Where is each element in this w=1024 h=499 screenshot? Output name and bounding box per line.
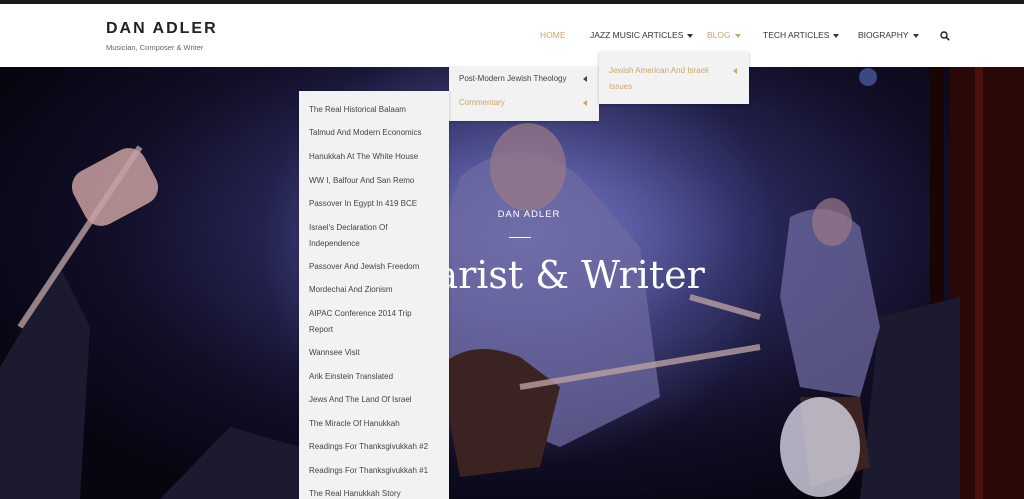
site-brand[interactable]: DAN ADLER Musician, Composer & Writer — [106, 20, 218, 52]
menu-item-label: Wannsee Visit — [309, 348, 360, 357]
nav-item-label: JAZZ MUSIC ARTICLES — [590, 30, 684, 40]
menu-item-commentary-article[interactable]: Mordechai And Zionism — [299, 282, 449, 298]
menu-item-label: Jews And The Land Of Israel — [309, 395, 412, 404]
menu-item-commentary-article[interactable]: Readings For Thanksgivukkah #1 — [299, 463, 449, 479]
caret-down-icon — [912, 33, 919, 38]
hero-subtitle: DAN ADLER — [497, 209, 561, 220]
nav-item-label: BIOGRAPHY — [858, 30, 909, 40]
caret-left-icon — [733, 68, 737, 74]
menu-item-commentary-article[interactable]: Arik Einstein Translated — [299, 369, 449, 385]
menu-item-post-modern-jewish-theology[interactable]: Post-Modern Jewish Theology — [449, 71, 599, 87]
nav-item-tech-articles[interactable]: TECH ARTICLES — [763, 30, 840, 40]
site-header: DAN ADLER Musician, Composer & Writer HO… — [0, 4, 1024, 67]
nav-item-label: HOME — [540, 30, 566, 40]
blog-dropdown-menu: Post-Modern Jewish Theology Commentary — [449, 67, 599, 121]
menu-item-commentary[interactable]: Commentary — [449, 95, 599, 111]
caret-down-icon — [734, 33, 741, 38]
menu-item-commentary-article[interactable]: Israel's Declaration Of Independence — [299, 220, 449, 252]
nav-item-label: BLOG — [707, 30, 731, 40]
nav-item-biography[interactable]: BIOGRAPHY — [858, 30, 919, 40]
nav-item-blog[interactable]: BLOG — [707, 30, 741, 40]
menu-item-commentary-article[interactable]: Jews And The Land Of Israel — [299, 392, 449, 408]
hero-divider — [509, 237, 531, 238]
menu-item-commentary-article[interactable]: Wannsee Visit — [299, 345, 449, 361]
menu-item-commentary-article[interactable]: The Miracle Of Hanukkah — [299, 416, 449, 432]
menu-item-label: Readings For Thanksgivukkah #1 — [309, 466, 429, 475]
menu-item-jewish-american-and-israeli-issues[interactable]: Jewish American And Israeli Issues — [599, 52, 749, 95]
nav-item-home[interactable]: HOME — [540, 30, 566, 40]
menu-item-label: WW I, Balfour And San Remo — [309, 176, 415, 185]
search-icon[interactable] — [940, 31, 950, 41]
site-tagline: Musician, Composer & Writer — [106, 43, 204, 52]
menu-item-label: Mordechai And Zionism — [309, 285, 393, 294]
menu-item-label: AIPAC Conference 2014 Trip Report — [309, 309, 412, 334]
menu-item-label: Talmud And Modern Economics — [309, 128, 422, 137]
menu-item-label: Hanukkah At The White House — [309, 152, 419, 161]
menu-item-label: Passover And Jewish Freedom — [309, 262, 420, 271]
menu-item-commentary-article[interactable]: Readings For Thanksgivukkah #2 — [299, 439, 449, 455]
menu-item-commentary-article[interactable]: Passover And Jewish Freedom — [299, 259, 449, 275]
menu-item-label: Arik Einstein Translated — [309, 372, 394, 381]
menu-item-commentary-article[interactable]: Talmud And Modern Economics — [299, 125, 449, 141]
jewish-issues-submenu: Jewish American And Israeli Issues — [599, 52, 749, 104]
site-title[interactable]: DAN ADLER — [106, 20, 218, 38]
menu-item-label: Post-Modern Jewish Theology — [459, 74, 567, 83]
menu-item-commentary-article[interactable]: Passover In Egypt In 419 BCE — [299, 196, 449, 212]
menu-item-commentary-article[interactable]: The Real Hanukkah Story — [299, 486, 449, 499]
caret-left-icon — [583, 76, 587, 82]
caret-down-icon — [687, 33, 694, 38]
menu-item-commentary-article[interactable]: AIPAC Conference 2014 Trip Report — [299, 306, 449, 338]
menu-item-label: The Real Historical Balaam — [309, 105, 406, 114]
menu-item-label: Jewish American And Israeli Issues — [609, 66, 709, 91]
hero-banner: DAN ADLER Guitarist & Writer — [0, 67, 1024, 499]
menu-item-label: The Real Hanukkah Story — [309, 489, 401, 498]
menu-item-label: Readings For Thanksgivukkah #2 — [309, 442, 429, 451]
nav-item-label: TECH ARTICLES — [763, 30, 830, 40]
menu-item-label: Commentary — [459, 98, 505, 107]
nav-item-jazz-music-articles[interactable]: JAZZ MUSIC ARTICLES — [590, 30, 694, 40]
caret-down-icon — [833, 33, 840, 38]
hero-title: Guitarist & Writer — [353, 253, 705, 297]
menu-item-label: The Miracle Of Hanukkah — [309, 419, 400, 428]
menu-item-label: Passover In Egypt In 419 BCE — [309, 199, 418, 208]
menu-item-commentary-article[interactable]: WW I, Balfour And San Remo — [299, 173, 449, 189]
commentary-submenu: The Real Historical Balaam Talmud And Mo… — [299, 91, 449, 499]
menu-item-commentary-article[interactable]: Hanukkah At The White House — [299, 149, 449, 165]
menu-item-commentary-article[interactable]: The Real Historical Balaam — [299, 102, 449, 118]
caret-left-icon — [583, 100, 587, 106]
menu-item-label: Israel's Declaration Of Independence — [309, 223, 388, 248]
